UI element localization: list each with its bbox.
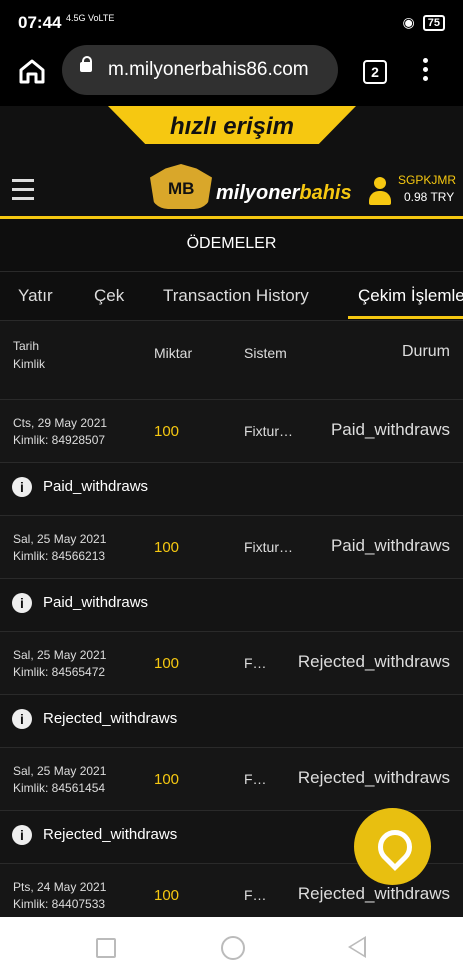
row-date: Sal, 25 May 2021 Kimlik: 84565472 xyxy=(13,648,107,679)
logo-name: milyonerbahis xyxy=(216,182,352,204)
tab-deposit[interactable]: Yatır xyxy=(18,286,53,306)
username: SGPKJMR xyxy=(398,173,457,187)
row-system: Fixtur… xyxy=(244,539,293,555)
table-row[interactable]: Cts, 29 May 2021 Kimlik: 84928507 100 Fix… xyxy=(0,400,463,516)
row-amount: 100 xyxy=(154,655,180,672)
status-header: Durum xyxy=(401,343,450,360)
page-title: ÖDEMELER xyxy=(0,219,463,272)
hamburger-menu-icon[interactable] xyxy=(12,179,34,206)
system-header: Sistem xyxy=(244,345,287,361)
table-row[interactable]: Sal, 25 May 2021 Kimlik: 84565472 100 F… … xyxy=(0,632,463,748)
tab-withdraw[interactable]: Çek xyxy=(94,286,124,306)
row-main: Sal, 25 May 2021 Kimlik: 84561454 100 F… … xyxy=(0,748,463,811)
table-header: Tarih Kimlik Miktar Sistem Durum xyxy=(0,321,463,400)
row-system: F… xyxy=(244,887,267,903)
row-status: Rejected_withdraws xyxy=(297,884,450,903)
row-detail: i Paid_withdraws xyxy=(0,579,463,632)
row-date: Cts, 29 May 2021 Kimlik: 84928507 xyxy=(13,416,108,447)
url-text: m.milyonerbahis86.com xyxy=(108,59,309,80)
row-amount: 100 xyxy=(154,539,180,556)
active-tab-indicator xyxy=(348,316,463,319)
date-id-header: Tarih Kimlik xyxy=(13,339,45,371)
home-icon[interactable] xyxy=(18,58,46,84)
row-main: Sal, 25 May 2021 Kimlik: 84566213 100 Fix… xyxy=(0,516,463,579)
row-status: Paid_withdraws xyxy=(330,536,450,555)
info-icon[interactable]: i xyxy=(12,709,32,729)
row-detail: i Paid_withdraws xyxy=(0,463,463,516)
row-system: F… xyxy=(244,771,267,787)
row-status: Rejected_withdraws xyxy=(297,652,450,671)
row-main: Sal, 25 May 2021 Kimlik: 84565472 100 F… … xyxy=(0,632,463,695)
amount-header: Miktar xyxy=(154,345,193,361)
address-bar[interactable]: m.milyonerbahis86.com xyxy=(62,45,338,95)
user-icon xyxy=(368,177,391,205)
row-detail-text: Paid_withdraws xyxy=(43,594,149,611)
lock-icon xyxy=(80,56,92,72)
tab-switcher-button[interactable]: 2 xyxy=(363,60,387,84)
row-status: Paid_withdraws xyxy=(330,420,450,439)
lock-status-icon: ◉ xyxy=(402,14,415,30)
android-nav-bar xyxy=(0,917,463,978)
info-icon[interactable]: i xyxy=(12,477,32,497)
row-amount: 100 xyxy=(154,423,180,440)
payment-tabs: Yatır Çek Transaction History Çekim İşle… xyxy=(0,272,463,321)
site-header: hızlı erişim MB milyonerbahis SGPKJMR 0.… xyxy=(0,106,463,218)
user-account[interactable]: SGPKJMR 0.98 TRY xyxy=(368,173,463,213)
live-chat-button[interactable] xyxy=(354,808,431,885)
row-date: Pts, 24 May 2021 Kimlik: 84407533 xyxy=(13,880,107,911)
quick-access-banner[interactable]: hızlı erişim xyxy=(108,106,356,144)
row-date: Sal, 25 May 2021 Kimlik: 84566213 xyxy=(13,532,107,563)
status-bar: 07:44 4.5G VoLTE ◉ 75 xyxy=(0,0,463,44)
battery-icon: 75 xyxy=(422,14,445,31)
status-right: ◉ 75 xyxy=(403,14,445,31)
network-indicator: 4.5G VoLTE xyxy=(66,13,115,23)
status-time: 07:44 xyxy=(18,13,62,32)
home-nav-icon[interactable] xyxy=(221,936,245,960)
row-amount: 100 xyxy=(154,887,180,904)
tab-transaction-history[interactable]: Transaction History xyxy=(163,286,309,306)
recent-apps-icon[interactable] xyxy=(96,938,116,958)
back-icon[interactable] xyxy=(348,936,366,958)
more-menu-icon[interactable] xyxy=(423,58,429,85)
info-icon[interactable]: i xyxy=(12,825,32,845)
row-system: F… xyxy=(244,655,267,671)
row-detail-text: Rejected_withdraws xyxy=(43,826,178,843)
logo-mark: MB xyxy=(168,179,195,198)
row-detail-text: Rejected_withdraws xyxy=(43,710,178,727)
chat-bubble-icon xyxy=(370,822,420,872)
table-row[interactable]: Sal, 25 May 2021 Kimlik: 84566213 100 Fix… xyxy=(0,516,463,632)
row-system: Fixtur… xyxy=(244,423,293,439)
row-main: Cts, 29 May 2021 Kimlik: 84928507 100 Fix… xyxy=(0,400,463,463)
browser-toolbar: m.milyonerbahis86.com 2 xyxy=(0,44,463,106)
balance: 0.98 TRY xyxy=(404,190,455,204)
row-date: Sal, 25 May 2021 Kimlik: 84561454 xyxy=(13,764,107,795)
row-detail-text: Paid_withdraws xyxy=(43,478,149,495)
row-amount: 100 xyxy=(154,771,180,788)
info-icon[interactable]: i xyxy=(12,593,32,613)
site-logo[interactable]: MB milyonerbahis xyxy=(150,164,352,212)
tab-withdraw-transactions[interactable]: Çekim İşlemle xyxy=(358,286,463,306)
row-detail: i Rejected_withdraws xyxy=(0,695,463,748)
row-status: Rejected_withdraws xyxy=(297,768,450,787)
